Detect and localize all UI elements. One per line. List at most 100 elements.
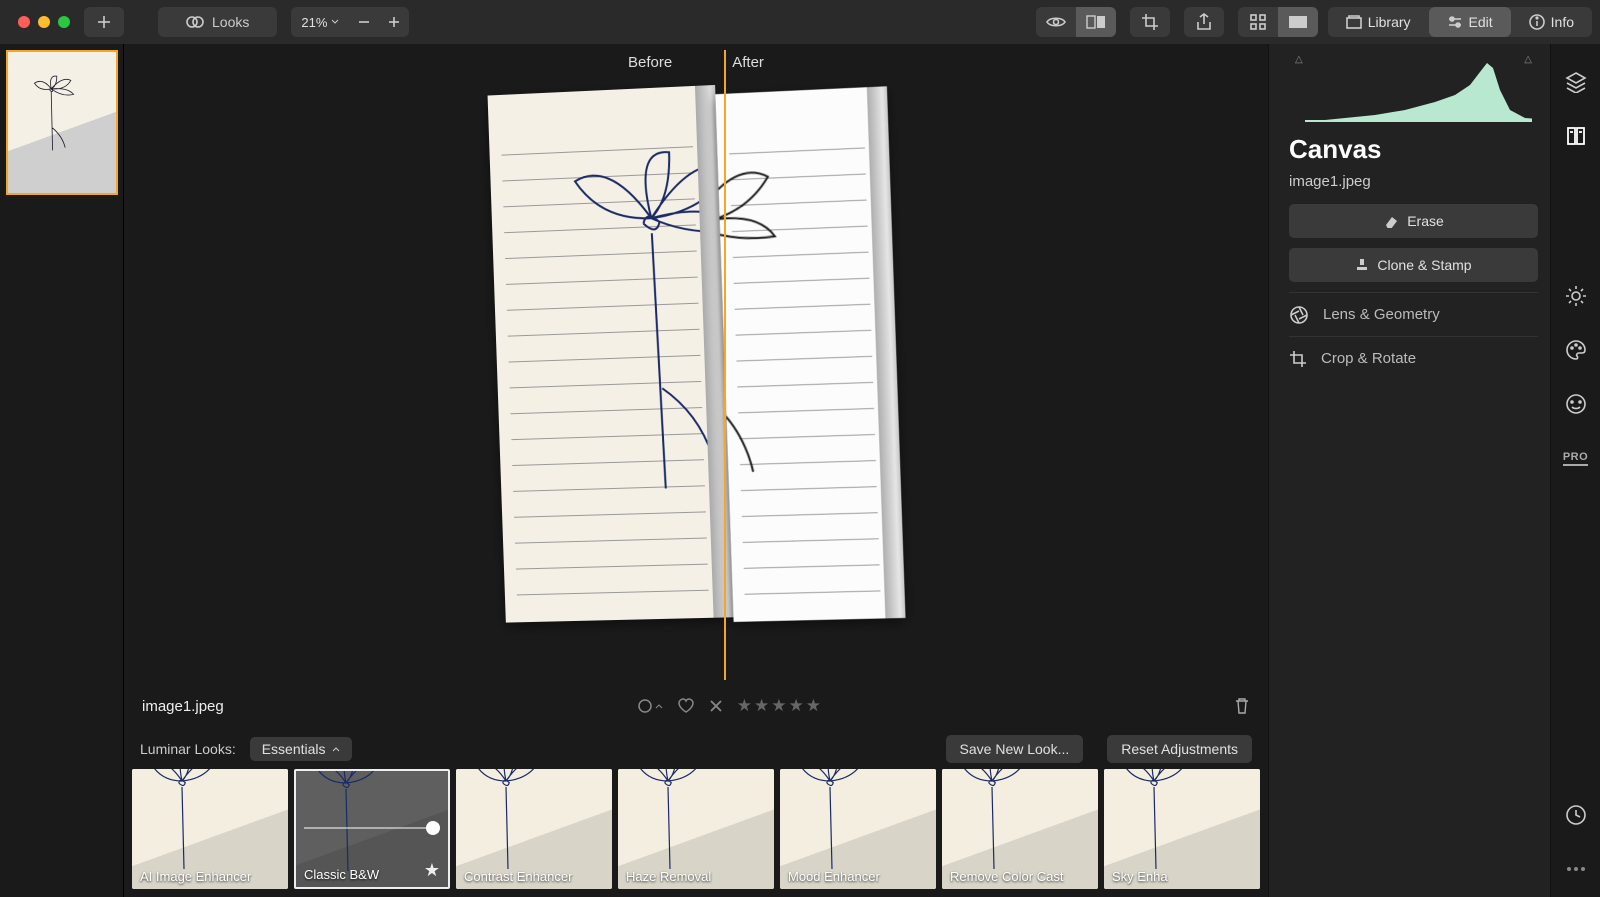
minus-icon [357,15,371,29]
looks-button-label: Looks [212,14,249,30]
top-toolbar: Looks 21% [0,0,1600,44]
layers-icon [1565,71,1587,93]
look-label: Haze Removal [626,869,766,885]
face-icon [1565,393,1587,415]
star-3[interactable]: ★ [771,696,786,716]
look-label: Remove Color Cast [950,869,1090,885]
compare-slider[interactable] [724,50,726,680]
compare-icon [1086,15,1106,29]
before-label: Before [628,54,672,71]
look-favorite-icon[interactable]: ★ [424,860,440,881]
star-rating[interactable]: ★ ★ ★ ★ ★ [737,696,821,716]
clock-icon [1565,804,1587,826]
crop-icon [1141,13,1159,31]
look-card[interactable]: Haze Removal [618,769,774,889]
looks-category-label: Essentials [262,741,326,757]
look-label: Mood Enhancer [788,869,928,885]
compare-labels: Before After [124,44,1268,80]
tab-library[interactable]: Library [1328,7,1429,37]
panel-title: Canvas [1289,134,1538,165]
look-intensity-slider[interactable] [304,827,440,829]
look-card[interactable]: Classic B&W★ [294,769,450,889]
look-label: Contrast Enhancer [464,869,604,885]
erase-button[interactable]: Erase [1289,204,1538,238]
tab-edit-label: Edit [1469,14,1493,30]
shadow-clip-indicator[interactable]: △ [1295,54,1303,65]
looks-category-dropdown[interactable]: Essentials [250,737,352,761]
canvas-tool[interactable] [1562,122,1590,150]
tab-info-label: Info [1551,14,1574,30]
reset-adjustments-button[interactable]: Reset Adjustments [1107,735,1252,763]
star-5[interactable]: ★ [806,696,821,716]
looks-button[interactable]: Looks [158,7,277,37]
zoom-in-button[interactable] [379,7,409,37]
look-card[interactable]: Contrast Enhancer [456,769,612,889]
history-tool[interactable] [1562,801,1590,829]
more-tool[interactable] [1562,855,1590,883]
look-card[interactable]: Mood Enhancer [780,769,936,889]
reject-button[interactable] [709,699,723,713]
compare-view[interactable]: document.write(Array.from({length:18},(_… [496,90,896,620]
single-view-button[interactable] [1278,7,1318,37]
after-label: After [732,54,764,71]
looks-strip: AI Image Enhancer Classic B&W★ Contrast En… [124,769,1268,897]
layers-tool[interactable] [1562,68,1590,96]
color-tag-button[interactable] [637,698,663,714]
single-icon [1288,15,1308,29]
clone-label: Clone & Stamp [1377,257,1471,273]
compare-before-pane: document.write(Array.from({length:18},(_… [496,90,724,620]
star-1[interactable]: ★ [737,696,752,716]
look-card[interactable]: Remove Color Cast [942,769,1098,889]
rating-controls: ★ ★ ★ ★ ★ [234,696,1224,716]
grid-view-button[interactable] [1238,7,1278,37]
look-card[interactable]: Sky Enha [1104,769,1260,889]
chevron-down-icon [331,19,339,25]
palette-icon [1565,339,1587,361]
info-icon [1529,14,1545,30]
portrait-tool[interactable] [1562,390,1590,418]
reset-label: Reset Adjustments [1121,741,1238,757]
favorite-button[interactable] [677,698,695,714]
crop-label: Crop & Rotate [1321,350,1416,367]
image-stage: document.write(Array.from({length:18},(_… [124,80,1268,683]
pro-tool[interactable]: PRO [1562,444,1590,472]
tab-edit[interactable]: Edit [1429,7,1511,37]
zoom-dropdown[interactable]: 21% [291,15,349,30]
looks-bar-label: Luminar Looks: [140,741,236,757]
color-tool[interactable] [1562,336,1590,364]
compare-button[interactable] [1076,7,1116,37]
crop-rotate-row[interactable]: Crop & Rotate [1289,336,1538,380]
quick-preview-button[interactable] [1036,7,1076,37]
look-label: AI Image Enhancer [140,869,280,885]
minimize-window[interactable] [38,16,50,28]
main-area: Before After document.write(Array.from({… [0,44,1600,897]
star-4[interactable]: ★ [788,696,803,716]
pro-label: PRO [1563,451,1588,466]
crop-button[interactable] [1130,7,1170,37]
clone-stamp-button[interactable]: Clone & Stamp [1289,248,1538,282]
tab-library-label: Library [1368,14,1411,30]
share-icon [1196,13,1212,31]
zoom-out-button[interactable] [349,7,379,37]
add-button[interactable] [84,7,124,37]
chevron-up-icon [655,703,663,709]
tab-info[interactable]: Info [1511,7,1592,37]
stamp-icon [1355,257,1369,273]
light-tool[interactable] [1562,282,1590,310]
more-icon [1565,865,1587,873]
star-2[interactable]: ★ [754,696,769,716]
canvas-area: Before After document.write(Array.from({… [124,44,1268,897]
canvas-icon [1565,125,1587,147]
save-look-button[interactable]: Save New Look... [946,735,1084,763]
x-icon [709,699,723,713]
look-card[interactable]: AI Image Enhancer [132,769,288,889]
filename-label: image1.jpeg [142,698,224,715]
filmstrip-thumbnail[interactable] [6,50,118,195]
maximize-window[interactable] [58,16,70,28]
highlight-clip-indicator[interactable]: △ [1524,54,1532,65]
export-button[interactable] [1184,7,1224,37]
delete-button[interactable] [1234,697,1250,715]
lens-geometry-row[interactable]: Lens & Geometry [1289,292,1538,336]
close-window[interactable] [18,16,30,28]
histogram[interactable]: △ △ [1295,54,1532,122]
